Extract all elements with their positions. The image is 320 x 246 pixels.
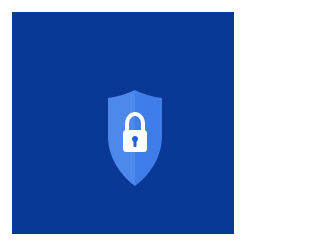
screenshot-frame <box>0 0 246 246</box>
keyhole-slot <box>133 140 137 147</box>
app-icon-tile <box>12 12 234 234</box>
shield-lock-icon <box>105 86 165 190</box>
